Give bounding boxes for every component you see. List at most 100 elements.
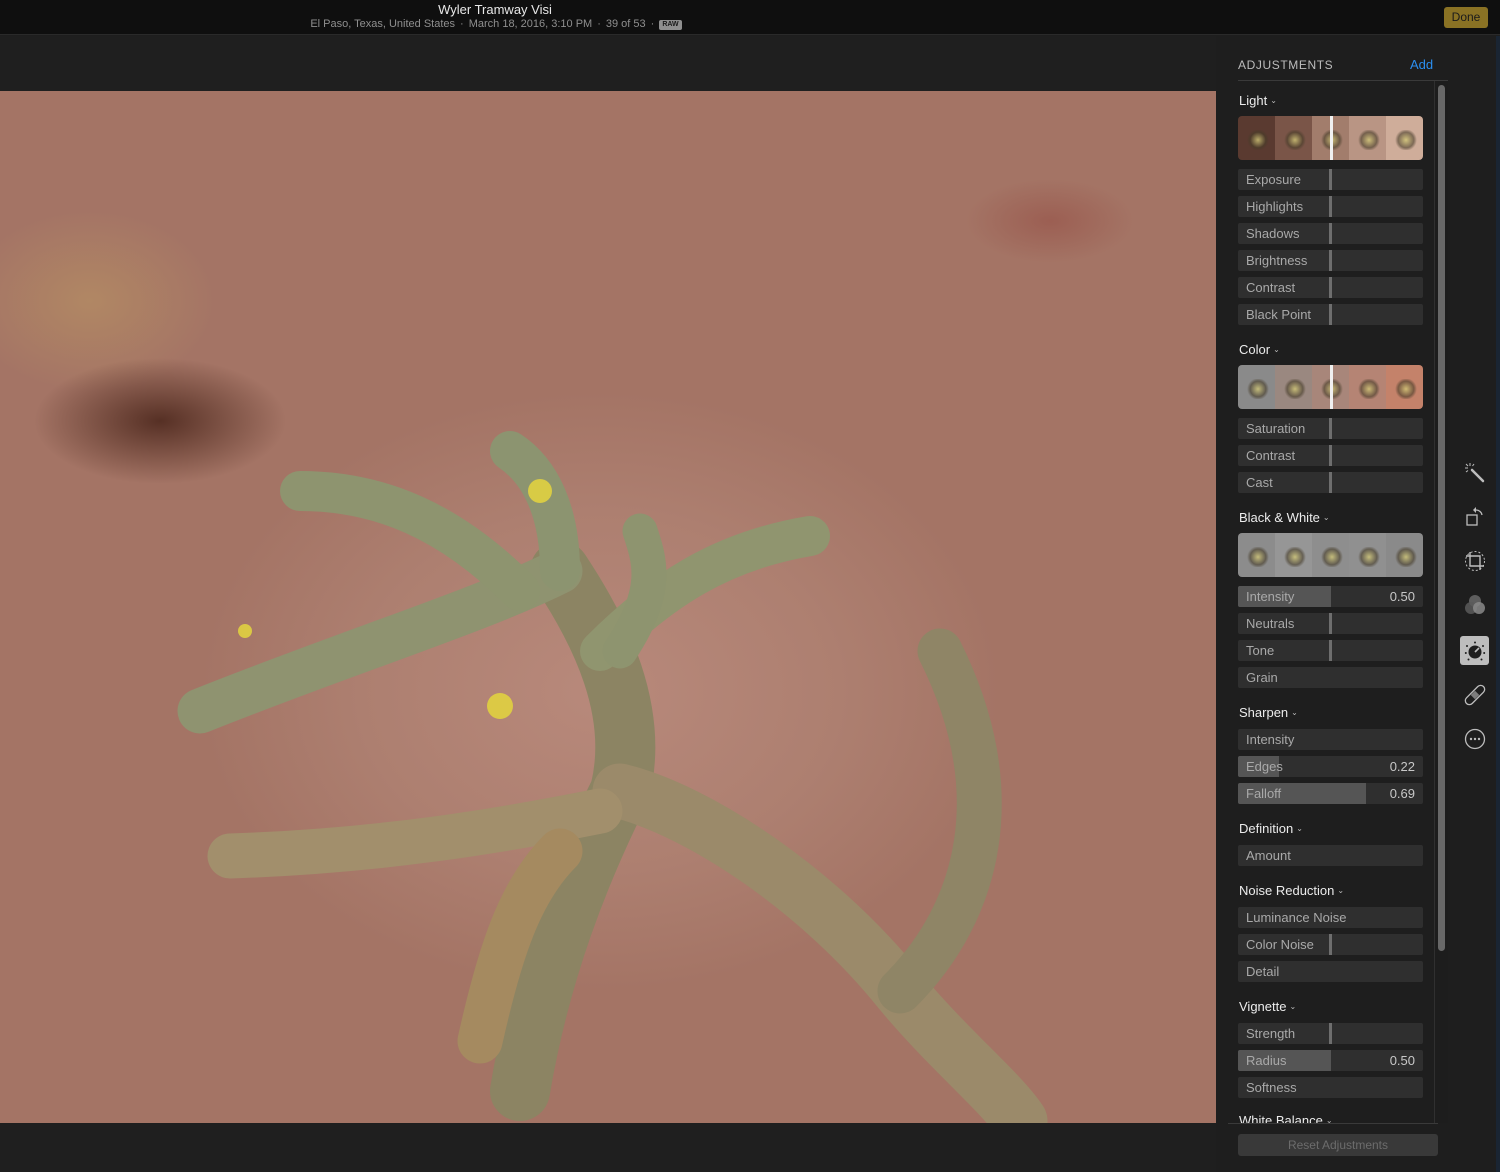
slider-center-mark (1329, 934, 1332, 955)
slider-luminance-noise[interactable]: Luminance Noise (1238, 907, 1423, 928)
slider-tone[interactable]: Tone (1238, 640, 1423, 661)
slider-center-mark (1329, 277, 1332, 298)
slider-exposure[interactable]: Exposure (1238, 169, 1423, 190)
slider-color-contrast[interactable]: Contrast (1238, 445, 1423, 466)
slider-label: Intensity (1246, 732, 1295, 747)
section-color[interactable]: Color ⌄ (1239, 342, 1280, 357)
photo-title: Wyler Tramway Visi (438, 2, 552, 17)
photo-datetime: March 18, 2016, 3:10 PM (468, 18, 593, 30)
slider-color-noise[interactable]: Color Noise (1238, 934, 1423, 955)
magic-wand-icon (1464, 462, 1484, 482)
section-definition[interactable]: Definition ⌄ (1239, 821, 1303, 836)
section-light[interactable]: Light ⌄ (1239, 93, 1277, 108)
section-vignette[interactable]: Vignette ⌄ (1239, 999, 1296, 1014)
slider-label: Luminance Noise (1246, 910, 1347, 925)
thumbnail-cell[interactable] (1386, 533, 1423, 577)
done-button[interactable]: Done (1444, 7, 1488, 28)
slider-label: Intensity (1246, 589, 1295, 604)
slider-center-mark (1329, 223, 1332, 244)
reset-adjustments-button[interactable]: Reset Adjustments (1238, 1134, 1438, 1156)
bandage-icon (1464, 684, 1485, 705)
rotate-button[interactable] (1460, 502, 1489, 531)
section-title-label: Definition (1239, 821, 1294, 836)
photo-metadata: El Paso, Texas, United States · March 18, … (0, 18, 992, 30)
section-white-balance[interactable]: White Balance ⌄ (1239, 1113, 1333, 1123)
slider-label: Saturation (1246, 421, 1306, 436)
slider-sharpen-intensity[interactable]: Intensity (1238, 729, 1423, 750)
slider-edges[interactable]: Edges 0.22 (1238, 756, 1423, 777)
thumbnail-cell[interactable] (1238, 116, 1275, 160)
enhance-button[interactable] (1460, 458, 1489, 487)
crop-button[interactable] (1460, 546, 1489, 575)
thumbnail-cell[interactable] (1238, 533, 1275, 577)
section-title-label: Sharpen (1239, 705, 1289, 720)
slider-cast[interactable]: Cast (1238, 472, 1423, 493)
chevron-down-icon: ⌄ (1291, 708, 1298, 717)
slider-black-point[interactable]: Black Point (1238, 304, 1423, 325)
thumbnail-cell[interactable] (1349, 116, 1386, 160)
rotate-icon (1465, 506, 1483, 526)
slider-saturation[interactable]: Saturation (1238, 418, 1423, 439)
photo-preview[interactable] (0, 91, 1216, 1123)
section-title-label: Black & White (1239, 510, 1320, 525)
section-title-label: Color (1239, 342, 1271, 357)
slider-label: Color Noise (1246, 937, 1314, 952)
photo-position: 39 of 53 (605, 18, 646, 30)
thumbnail-marker[interactable] (1330, 365, 1333, 409)
separator: · (460, 18, 464, 30)
slider-center-mark (1329, 1023, 1332, 1044)
thumbnail-cell[interactable] (1275, 116, 1312, 160)
thumbnail-cell[interactable] (1312, 533, 1349, 577)
section-title-label: Noise Reduction (1239, 883, 1335, 898)
slider-strength[interactable]: Strength (1238, 1023, 1423, 1044)
slider-amount[interactable]: Amount (1238, 845, 1423, 866)
slider-center-mark (1329, 196, 1332, 217)
adjustments-header: ADJUSTMENTS (1238, 58, 1334, 72)
section-sharpen[interactable]: Sharpen ⌄ (1239, 705, 1298, 720)
slider-softness[interactable]: Softness (1238, 1077, 1423, 1098)
add-adjustment-button[interactable]: Add (1410, 57, 1433, 72)
section-noise-reduction[interactable]: Noise Reduction ⌄ (1239, 883, 1344, 898)
slider-label: Tone (1246, 643, 1275, 658)
bottom-divider (1228, 1123, 1438, 1124)
thumbnail-marker[interactable] (1330, 116, 1333, 160)
chevron-down-icon: ⌄ (1289, 1002, 1297, 1011)
bw-thumbnail-strip[interactable] (1238, 533, 1423, 577)
slider-radius[interactable]: Radius 0.50 (1238, 1050, 1423, 1071)
light-thumbnail-strip[interactable] (1238, 116, 1423, 160)
photo-location: El Paso, Texas, United States (310, 18, 456, 30)
slider-falloff[interactable]: Falloff 0.69 (1238, 783, 1423, 804)
slider-grain[interactable]: Grain (1238, 667, 1423, 688)
filters-icon (1464, 594, 1485, 614)
thumbnail-cell[interactable] (1349, 365, 1386, 409)
slider-shadows[interactable]: Shadows (1238, 223, 1423, 244)
thumbnail-cell[interactable] (1386, 365, 1423, 409)
slider-bw-intensity[interactable]: Intensity 0.50 (1238, 586, 1423, 607)
more-icon (1464, 728, 1485, 749)
section-black-white[interactable]: Black & White ⌄ (1239, 510, 1330, 525)
extensions-button[interactable] (1460, 724, 1489, 753)
slider-label: Exposure (1246, 172, 1301, 187)
chevron-down-icon: ⌄ (1337, 886, 1345, 895)
window-edge (1496, 36, 1500, 1172)
thumbnail-cell[interactable] (1386, 116, 1423, 160)
cactus-illustration (177, 431, 1048, 1123)
thumbnail-cell[interactable] (1275, 365, 1312, 409)
thumbnail-cell[interactable] (1275, 533, 1312, 577)
thumbnail-cell[interactable] (1238, 365, 1275, 409)
slider-detail[interactable]: Detail (1238, 961, 1423, 982)
adjust-button[interactable] (1460, 636, 1489, 665)
thumbnail-cell[interactable] (1349, 533, 1386, 577)
filters-button[interactable] (1460, 590, 1489, 619)
slider-brightness[interactable]: Brightness (1238, 250, 1423, 271)
color-thumbnail-strip[interactable] (1238, 365, 1423, 409)
slider-light-contrast[interactable]: Contrast (1238, 277, 1423, 298)
slider-highlights[interactable]: Highlights (1238, 196, 1423, 217)
slider-center-mark (1329, 445, 1332, 466)
slider-label: Radius (1246, 1053, 1287, 1068)
header-divider (1238, 80, 1448, 81)
slider-neutrals[interactable]: Neutrals (1238, 613, 1423, 634)
scrollbar-thumb[interactable] (1438, 85, 1445, 951)
retouch-button[interactable] (1460, 680, 1489, 709)
slider-center-mark (1329, 250, 1332, 271)
